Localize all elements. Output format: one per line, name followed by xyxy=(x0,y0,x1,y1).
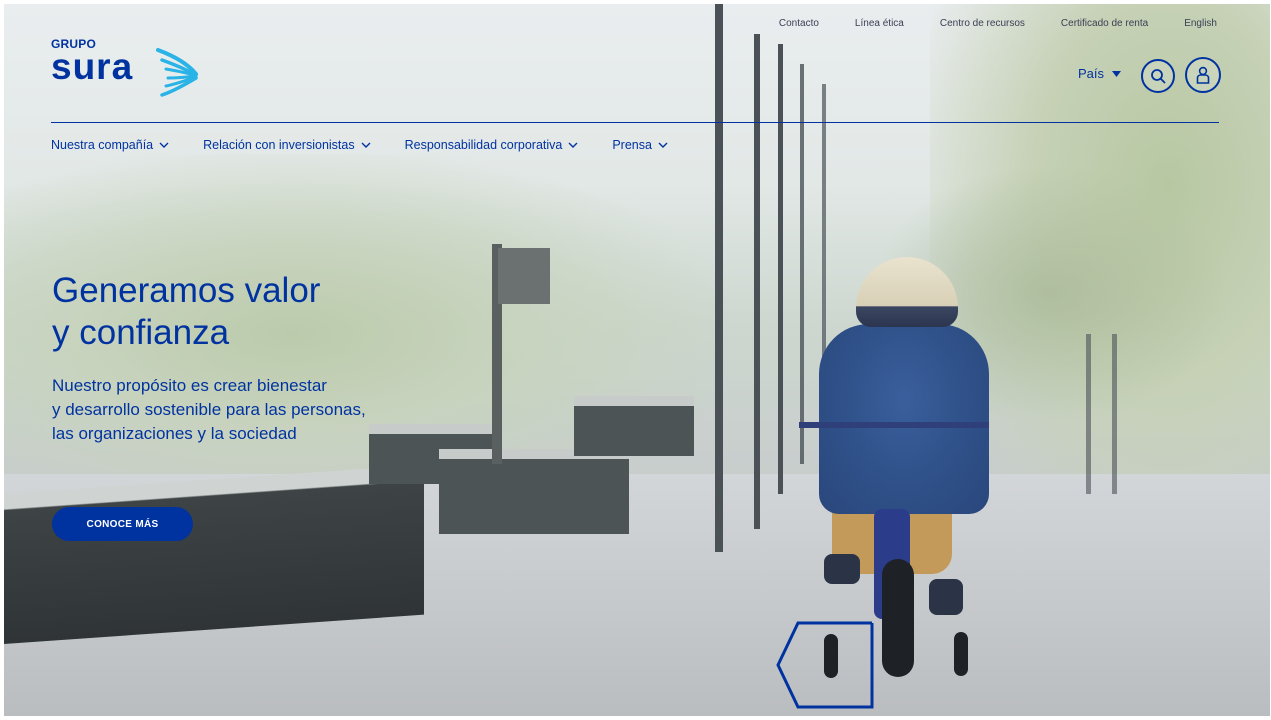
hero-pole xyxy=(778,44,783,494)
hero-pole xyxy=(1112,334,1117,494)
chevron-down-icon xyxy=(568,142,578,148)
logo-sura-text: sura xyxy=(51,46,134,87)
country-label: País xyxy=(1078,66,1105,81)
hero-bike-wheel xyxy=(882,559,914,677)
hero-child-shoe xyxy=(824,554,860,584)
link-linea-etica[interactable]: Línea ética xyxy=(855,18,904,29)
nav-responsabilidad-corporativa[interactable]: Responsabilidad corporativa xyxy=(405,138,579,152)
hero-headline-line: Generamos valor xyxy=(52,271,321,310)
chevron-down-icon xyxy=(658,142,668,148)
hero-sign xyxy=(498,248,550,304)
search-button[interactable] xyxy=(1141,59,1175,93)
search-icon xyxy=(1151,69,1166,84)
nav-relacion-con-inversionistas[interactable]: Relación con inversionistas xyxy=(203,138,371,152)
hero-background-image xyxy=(4,4,1270,716)
link-english[interactable]: English xyxy=(1184,18,1217,29)
hexagon-outline-icon xyxy=(776,621,874,709)
hero-wall xyxy=(4,464,424,644)
hero-pole xyxy=(800,64,804,464)
nav-nuestra-compania[interactable]: Nuestra compañía xyxy=(51,138,169,152)
nav-label: Prensa xyxy=(612,138,652,152)
hero-training-wheel xyxy=(954,632,968,676)
hero-pole xyxy=(1086,334,1091,494)
hero-pole xyxy=(715,4,723,552)
hero-bike-handlebar xyxy=(799,422,989,428)
country-selector[interactable]: País xyxy=(1078,66,1122,81)
chevron-down-icon xyxy=(361,142,371,148)
hero-subtext-line: y desarrollo sostenible para las persona… xyxy=(52,400,366,419)
nav-label: Responsabilidad corporativa xyxy=(404,138,563,152)
hero-headline-line: y confianza xyxy=(52,313,230,352)
sura-wing-icon xyxy=(156,48,198,97)
hero-bench xyxy=(574,396,694,456)
hero-subtext: Nuestro propósito es crear bienestar y d… xyxy=(52,374,366,446)
hero-subtext-line: Nuestro propósito es crear bienestar xyxy=(52,376,327,395)
nav-label: Relación con inversionistas xyxy=(203,138,355,152)
hero-child-shoe xyxy=(929,579,963,615)
conoce-mas-button[interactable]: CONOCE MÁS xyxy=(52,507,193,541)
link-contacto[interactable]: Contacto xyxy=(779,18,819,29)
hero-headline: Generamos valor y confianza xyxy=(52,270,320,354)
chevron-down-icon xyxy=(159,142,169,148)
hero-subtext-line: las organizaciones y la sociedad xyxy=(52,424,297,443)
user-button[interactable] xyxy=(1185,57,1221,93)
link-centro-de-recursos[interactable]: Centro de recursos xyxy=(940,18,1025,29)
hero-pole xyxy=(754,34,760,529)
link-certificado-de-renta[interactable]: Certificado de renta xyxy=(1061,18,1148,29)
user-icon xyxy=(1196,66,1210,84)
hero-child xyxy=(819,324,989,514)
grupo-sura-logo[interactable]: GRUPO sura xyxy=(51,38,133,86)
nav-label: Nuestra compañía xyxy=(51,138,154,152)
caret-down-icon xyxy=(1112,70,1122,77)
utility-nav: Contacto Línea ética Centro de recursos … xyxy=(779,18,1217,29)
nav-prensa[interactable]: Prensa xyxy=(612,138,668,152)
header-divider xyxy=(51,122,1219,123)
hero-bench xyxy=(439,449,629,534)
main-nav: Nuestra compañía Relación con inversioni… xyxy=(51,138,668,152)
